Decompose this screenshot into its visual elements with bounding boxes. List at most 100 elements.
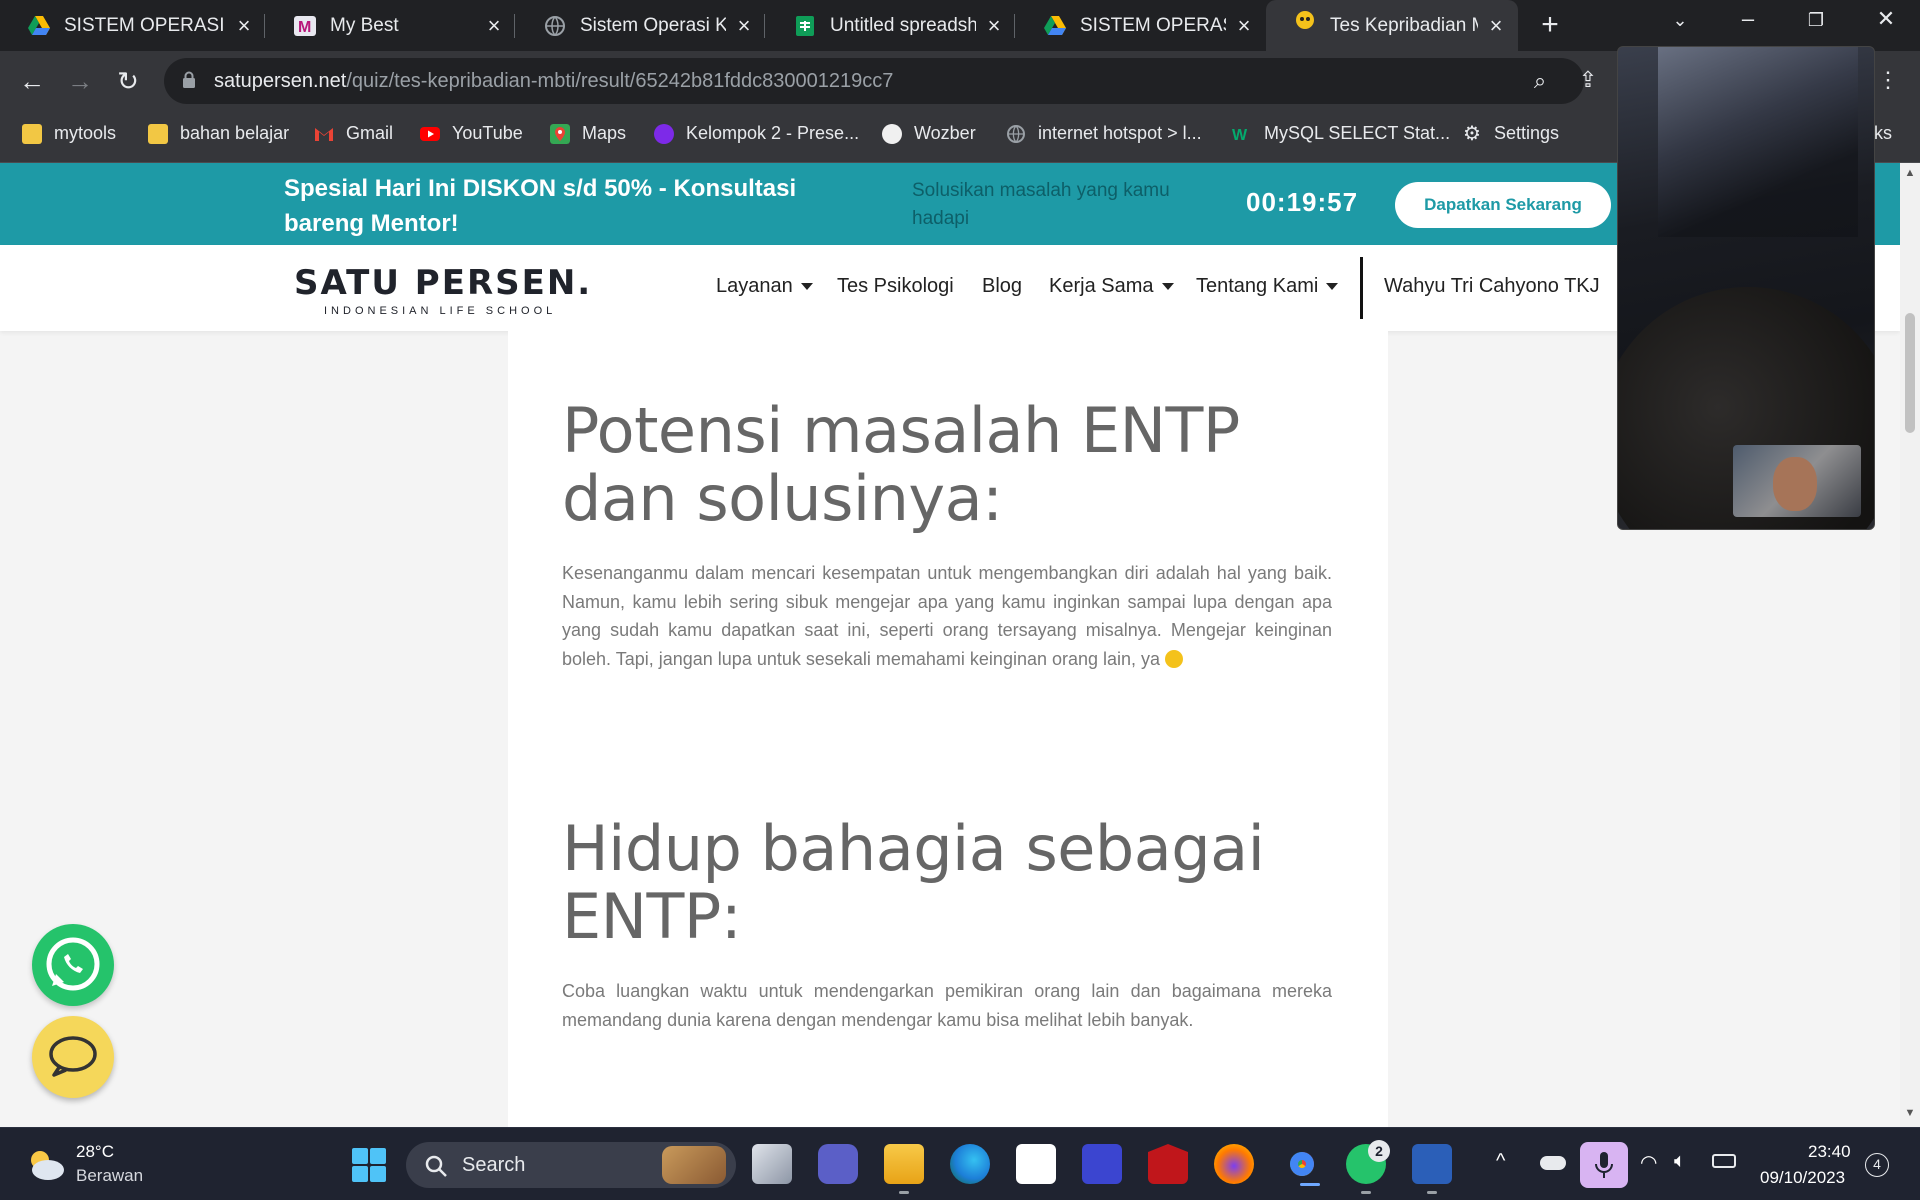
back-button[interactable]: ←: [14, 63, 50, 99]
video-feed-background: [1658, 47, 1858, 237]
close-icon[interactable]: ×: [1486, 13, 1506, 39]
nav-layanan[interactable]: Layanan: [716, 275, 813, 298]
task-view-icon[interactable]: [752, 1144, 792, 1184]
microphone-icon: [1595, 1152, 1613, 1178]
nav-tes-psikologi[interactable]: Tes Psikologi: [837, 275, 954, 298]
folder-icon: [148, 123, 168, 144]
tab-untitled-spreadsheet[interactable]: Untitled spreadshe ×: [766, 6, 1016, 45]
tab-search-chevron-icon[interactable]: ⌄: [1660, 10, 1700, 31]
reload-button[interactable]: ↻: [110, 63, 146, 99]
bookmark-internet-hotspot[interactable]: internet hotspot > l...: [1006, 123, 1202, 144]
new-tab-button[interactable]: +: [1534, 8, 1566, 42]
globe-icon: [545, 16, 565, 36]
microsoft-store-icon[interactable]: [1016, 1144, 1056, 1184]
bookmark-bahan-belajar[interactable]: bahan belajar: [148, 123, 289, 144]
more-menu-icon[interactable]: ⋮: [1874, 67, 1902, 95]
scroll-up-icon[interactable]: ▲: [1904, 167, 1916, 179]
nav-blog[interactable]: Blog: [982, 275, 1022, 298]
nav-tentang-kami[interactable]: Tentang Kami: [1196, 275, 1339, 298]
bookmark-maps[interactable]: Maps: [550, 123, 626, 144]
volume-icon[interactable]: 🔈︎: [1674, 1150, 1686, 1173]
bookmark-label: Maps: [582, 123, 627, 143]
bookmark-mysql-select[interactable]: W MySQL SELECT Stat...: [1232, 123, 1450, 144]
bookmark-youtube[interactable]: YouTube: [420, 123, 523, 144]
close-icon[interactable]: ×: [234, 13, 254, 39]
close-icon[interactable]: ×: [484, 13, 504, 39]
wozber-icon: [882, 123, 902, 144]
edge-icon[interactable]: [950, 1144, 990, 1184]
tab-sistem-operasi-2[interactable]: SISTEM OPERASI II ×: [1016, 6, 1266, 45]
search-label: Search: [462, 1154, 526, 1176]
satupersen-icon: [1296, 11, 1314, 29]
taskbar-search[interactable]: Search: [406, 1142, 736, 1188]
word-icon[interactable]: [1412, 1144, 1452, 1194]
nav-kerja-sama[interactable]: Kerja Sama: [1049, 275, 1174, 298]
clock-date[interactable]: 09/10/2023: [1760, 1168, 1845, 1188]
section-body-hidup-bahagia: Coba luangkan waktu untuk mendengarkan p…: [562, 981, 1332, 1030]
bookmark-settings[interactable]: ⚙ Settings: [1462, 123, 1559, 144]
close-icon[interactable]: ×: [734, 13, 754, 39]
search-icon: [425, 1155, 447, 1177]
weather-temperature: 28°C: [76, 1142, 114, 1161]
notification-count-badge[interactable]: 4: [1865, 1153, 1889, 1177]
user-menu[interactable]: Wahyu Tri Cahyono TKJ: [1384, 275, 1600, 298]
scroll-down-icon[interactable]: ▼: [1904, 1107, 1916, 1119]
browser-tab-strip: SISTEM OPERASI II × M My Best × Sistem O…: [0, 0, 1920, 51]
bookmark-kelompok-2[interactable]: Kelompok 2 - Prese...: [654, 123, 859, 144]
wifi-icon[interactable]: ◠: [1640, 1150, 1657, 1175]
bookmark-gmail[interactable]: Gmail: [314, 123, 393, 144]
mybest-icon: M: [294, 16, 316, 36]
restore-button[interactable]: ❐: [1796, 10, 1836, 31]
minimize-button[interactable]: –: [1728, 6, 1768, 32]
folder-icon: [22, 123, 42, 144]
share-icon[interactable]: ⇪: [1574, 67, 1602, 95]
onedrive-cloud-icon[interactable]: [1540, 1156, 1566, 1170]
w3schools-icon: W: [1232, 127, 1248, 144]
mcafee-icon[interactable]: [1148, 1144, 1188, 1184]
svg-text:M: M: [298, 19, 311, 36]
page-scrollbar[interactable]: ▲ ▼: [1900, 163, 1920, 1127]
bookmark-wozber[interactable]: Wozber: [882, 123, 976, 144]
chrome-icon[interactable]: [1282, 1144, 1322, 1186]
file-explorer-icon[interactable]: [884, 1144, 924, 1194]
self-view-video[interactable]: [1733, 445, 1861, 517]
windows-logo-tile: [370, 1166, 386, 1182]
start-button[interactable]: [352, 1148, 386, 1182]
forward-button[interactable]: →: [62, 63, 98, 99]
clock-time[interactable]: 23:40: [1808, 1142, 1851, 1162]
paragraph-text: Kesenanganmu dalam mencari kesempatan un…: [562, 563, 1332, 669]
close-window-button[interactable]: ✕: [1866, 6, 1906, 32]
bookmark-mytools[interactable]: mytools: [22, 123, 116, 144]
microphone-in-use-button[interactable]: [1580, 1142, 1628, 1188]
bookmark-label: YouTube: [452, 123, 523, 143]
tab-my-best[interactable]: M My Best ×: [266, 6, 516, 45]
close-icon[interactable]: ×: [1234, 13, 1254, 39]
teams-chat-icon[interactable]: [818, 1144, 858, 1184]
gmail-icon: [315, 127, 333, 141]
google-sheets-icon: [796, 16, 814, 36]
satupersen-logo[interactable]: SATU PERSEN. INDONESIAN LIFE SCHOOL: [294, 263, 592, 317]
windows-taskbar: 28°C Berawan Search 2 ^ ◠ 🔈︎ 23:40 09/10…: [0, 1127, 1920, 1200]
show-hidden-icons-chevron-icon[interactable]: ^: [1496, 1150, 1505, 1173]
get-now-button[interactable]: Dapatkan Sekarang: [1395, 182, 1611, 228]
tab-title: Tes Kepribadian MI: [1330, 14, 1478, 36]
address-bar[interactable]: satupersen.net/quiz/tes-kepribadian-mbti…: [164, 58, 1584, 104]
firefox-icon[interactable]: [1214, 1144, 1254, 1184]
battery-icon[interactable]: [1712, 1154, 1736, 1168]
scroll-thumb[interactable]: [1905, 313, 1915, 433]
smiling-face-emoji-icon: [1165, 649, 1184, 668]
tab-sistem-operasi-kor[interactable]: Sistem Operasi Kor ×: [516, 6, 766, 45]
arc-app-icon[interactable]: [1082, 1144, 1122, 1184]
tab-sistem-operasi-1[interactable]: SISTEM OPERASI II ×: [0, 6, 266, 45]
close-icon[interactable]: ×: [984, 13, 1004, 39]
promo-countdown: 00:19:57: [1246, 187, 1359, 217]
whatsapp-button[interactable]: [32, 924, 114, 1006]
canva-icon: [654, 123, 674, 144]
bookmark-label: MySQL SELECT Stat...: [1264, 123, 1451, 143]
lock-icon: [183, 71, 195, 88]
tab-tes-kepribadian[interactable]: Tes Kepribadian MI ×: [1266, 0, 1518, 51]
chat-button[interactable]: [32, 1016, 114, 1098]
promo-title: Spesial Hari Ini DISKON s/d 50% - Konsul…: [284, 175, 797, 237]
zoom-icon[interactable]: ⌕: [1526, 68, 1554, 96]
video-call-window[interactable]: [1617, 46, 1875, 530]
